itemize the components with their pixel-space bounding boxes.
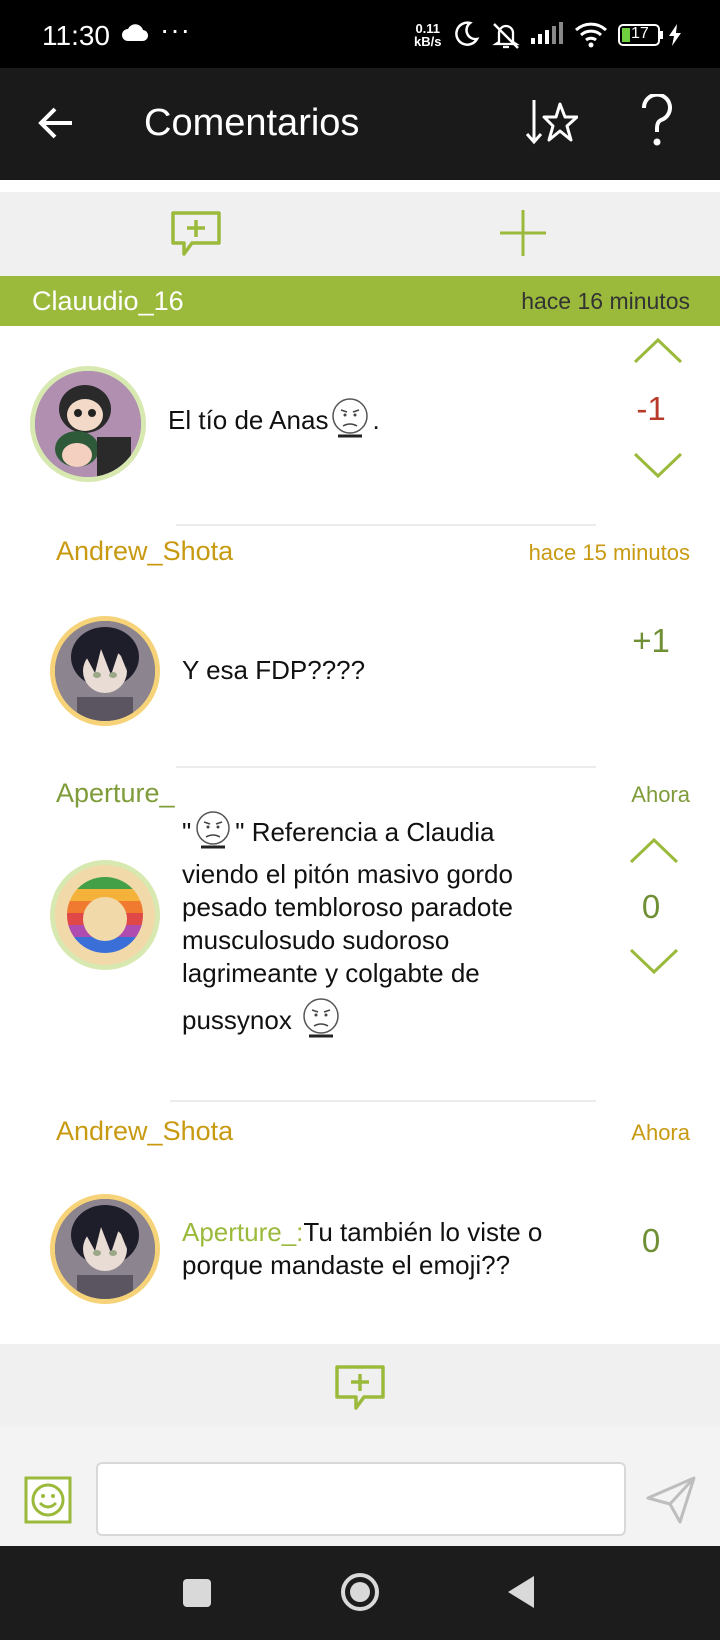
avatar[interactable] bbox=[30, 366, 146, 482]
home-icon[interactable] bbox=[340, 1572, 380, 1617]
battery-icon: 17 bbox=[618, 24, 664, 51]
avatar[interactable] bbox=[50, 616, 160, 726]
comment-text: Y esa FDP???? bbox=[182, 655, 366, 685]
page-title: Comentarios bbox=[144, 102, 360, 144]
comment-plus-icon[interactable] bbox=[334, 1364, 386, 1417]
thread-author[interactable]: Clauudio_16 bbox=[32, 286, 184, 317]
signal-icon bbox=[530, 20, 566, 51]
comment-line: viendo el pitón masivo gordo bbox=[182, 859, 513, 889]
arrow-left-icon[interactable] bbox=[38, 106, 74, 145]
downvote-icon[interactable] bbox=[628, 946, 680, 981]
comment-author[interactable]: Andrew_Shota bbox=[56, 1116, 233, 1147]
comment-line: lagrimeante y colgabte de bbox=[182, 958, 480, 988]
comment-punct: . bbox=[372, 404, 380, 435]
muted-bell-icon bbox=[490, 20, 522, 55]
comment-line: porque mandaste el emoji?? bbox=[182, 1250, 511, 1280]
meme-face-icon bbox=[328, 396, 372, 448]
charging-icon bbox=[668, 24, 682, 51]
status-time: 11:30 bbox=[42, 20, 110, 51]
comment-item: Andrew_Shota Ahora Aperture_:Tu también … bbox=[0, 1102, 720, 1344]
comment-text: El tío de Anas . bbox=[168, 396, 568, 448]
comment-author[interactable]: Andrew_Shota bbox=[56, 536, 233, 567]
cloud-icon bbox=[122, 24, 149, 47]
comment-time: Ahora bbox=[631, 1120, 690, 1145]
thread-time: hace 16 minutos bbox=[521, 288, 690, 314]
wifi-icon bbox=[574, 20, 608, 53]
avatar[interactable] bbox=[50, 860, 160, 970]
back-nav-icon[interactable] bbox=[506, 1574, 536, 1615]
meme-face-icon bbox=[299, 996, 343, 1048]
smiley-icon[interactable] bbox=[24, 1476, 72, 1529]
comment-time: Ahora bbox=[631, 782, 690, 807]
comment-item: Aperture_ Ahora " " Referencia a Claudia… bbox=[0, 768, 720, 1102]
add-comment-bar bbox=[0, 1344, 720, 1426]
net-speed-unit: kB/s bbox=[414, 34, 442, 49]
app-bar: Comentarios bbox=[0, 68, 720, 180]
avatar[interactable] bbox=[50, 1194, 160, 1304]
battery-level: 17 bbox=[631, 25, 649, 42]
upvote-icon[interactable] bbox=[632, 336, 684, 371]
comment-plus-icon[interactable] bbox=[170, 210, 222, 263]
moon-icon bbox=[452, 20, 480, 53]
vote-score: 0 bbox=[641, 888, 661, 925]
comment-item: El tío de Anas . -1 bbox=[0, 326, 720, 526]
vote-score: -1 bbox=[636, 390, 666, 427]
comment-body: pussynox bbox=[182, 1004, 292, 1035]
comment-text: " " Referencia a Claudia viendo el pitón… bbox=[182, 810, 602, 1048]
question-icon[interactable] bbox=[640, 92, 674, 161]
sort-star-icon[interactable] bbox=[525, 98, 579, 155]
comment-time: hace 15 minutos bbox=[528, 540, 690, 565]
message-input-bar bbox=[0, 1426, 720, 1546]
comment-line: " " Referencia a Claudia bbox=[182, 810, 602, 858]
message-input[interactable] bbox=[96, 1462, 626, 1536]
spacer bbox=[0, 180, 720, 192]
meme-face-icon bbox=[191, 810, 235, 858]
upvote-icon[interactable] bbox=[628, 836, 680, 871]
comment-line: pussynox bbox=[182, 996, 602, 1048]
mention-link[interactable]: Aperture_: bbox=[182, 1217, 303, 1247]
system-nav-bar bbox=[0, 1546, 720, 1640]
comment-line: musculosudo sudoroso bbox=[182, 925, 450, 955]
comment-body: " Referencia a Claudia bbox=[235, 816, 495, 847]
comment-body: Tu también lo viste o bbox=[303, 1217, 543, 1247]
comment-line: Aperture_:Tu también lo viste o bbox=[182, 1216, 602, 1249]
downvote-icon[interactable] bbox=[632, 450, 684, 485]
status-bar: 11:30 ··· 0.11 kB/s 17 bbox=[0, 0, 720, 68]
send-icon[interactable] bbox=[646, 1476, 696, 1529]
comment-toolbar bbox=[0, 192, 720, 276]
quote-open: " bbox=[182, 816, 192, 847]
comment-author[interactable]: Aperture_ bbox=[56, 778, 175, 809]
comment-text: Aperture_:Tu también lo viste o porque m… bbox=[182, 1216, 602, 1282]
plus-icon[interactable] bbox=[498, 208, 548, 263]
more-notifications-icon: ··· bbox=[160, 14, 191, 45]
vote-score: 0 bbox=[641, 1222, 661, 1259]
comment-item: Andrew_Shota hace 15 minutos Y esa FDP??… bbox=[0, 526, 720, 766]
recent-apps-icon[interactable] bbox=[182, 1578, 212, 1613]
comment-line: pesado tembloroso paradote bbox=[182, 892, 514, 922]
comment-body: El tío de Anas bbox=[168, 404, 329, 435]
vote-score: +1 bbox=[632, 622, 670, 659]
net-speed: 0.11 kB/s bbox=[414, 22, 441, 48]
thread-header: Clauudio_16 hace 16 minutos bbox=[0, 276, 720, 326]
